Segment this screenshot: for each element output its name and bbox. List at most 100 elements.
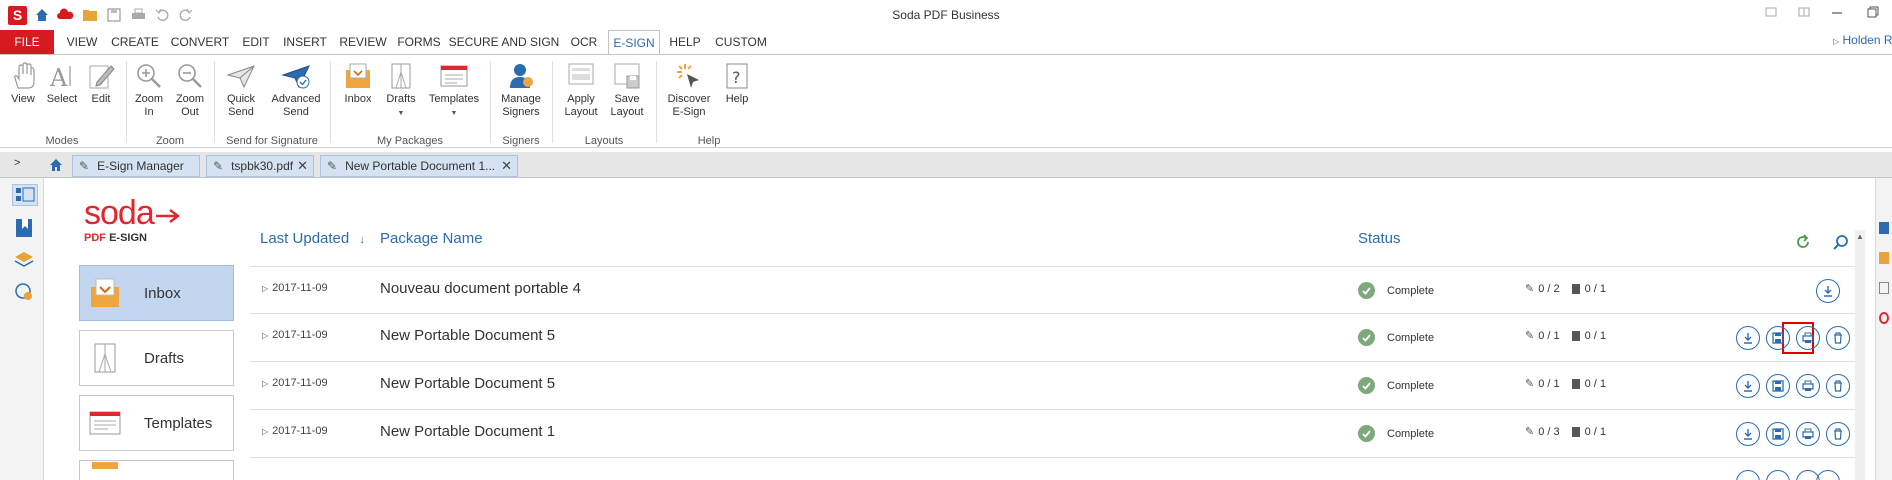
action-button[interactable] [1736,470,1760,480]
minimize-icon[interactable] [1830,5,1846,21]
vertical-scrollbar[interactable] [1855,230,1865,480]
delete-button[interactable] [1826,374,1850,398]
expand-row-icon[interactable]: ▷ [262,379,268,388]
edit-mode-button[interactable]: Edit [84,61,118,106]
save-button[interactable] [1766,422,1790,446]
row-documents: 0 / 1 [1584,282,1607,295]
table-row[interactable]: ▷ 2017-11-09 New Portable Document 5 Comp… [250,314,1855,362]
print-button[interactable] [1796,326,1820,350]
delete-button[interactable] [1826,422,1850,446]
menu-create[interactable]: CREATE [108,30,162,54]
help-question-icon: ? [722,61,752,91]
collapse-panel-icon[interactable]: > [14,157,20,169]
action-button[interactable] [1796,470,1820,480]
tab-tspbk30[interactable]: ✎ tspbk30.pdf ✕ [206,155,314,177]
menu-custom[interactable]: CUSTOM [710,30,772,54]
search-icon[interactable] [1832,234,1850,257]
properties-icon[interactable] [1879,222,1889,234]
menu-forms[interactable]: FORMS [394,30,444,54]
menu-insert[interactable]: INSERT [278,30,332,54]
menu-help[interactable]: HELP [664,30,706,54]
view-mode-button[interactable]: View [6,61,40,106]
print-button[interactable] [1796,422,1820,446]
fullscreen-icon[interactable] [1764,5,1780,21]
sign-icon[interactable] [1879,252,1889,264]
group-separator [656,61,657,143]
save-button[interactable] [1766,326,1790,350]
discover-cursor-icon [674,61,704,91]
bookmarks-icon[interactable] [14,218,34,243]
header-package-name[interactable]: Package Name [380,230,483,247]
templates-button[interactable]: Templates ▼ [426,61,482,120]
group-separator [214,61,215,143]
table-row[interactable] [250,458,1855,480]
layout-icon[interactable] [1797,5,1813,21]
home-tab-icon[interactable] [48,157,64,178]
table-row[interactable]: ▷ 2017-11-09 New Portable Document 1 Comp… [250,410,1855,458]
download-button[interactable] [1736,326,1760,350]
tab-esign-manager[interactable]: ✎ E-Sign Manager [72,155,200,177]
templates-nav-label: Templates [144,414,213,432]
download-button[interactable] [1736,374,1760,398]
save-icon [1772,428,1784,440]
target-icon[interactable] [1879,312,1889,324]
quick-send-button[interactable]: Quick Send [220,61,262,119]
menu-edit[interactable]: EDIT [238,30,274,54]
templates-nav-button[interactable]: Templates [79,395,234,451]
close-tab-icon[interactable]: ✕ [297,158,308,174]
menu-view[interactable]: VIEW [60,30,104,54]
menu-secure-and-sign[interactable]: SECURE AND SIGN [448,30,560,54]
action-button[interactable] [1766,470,1790,480]
expand-row-icon[interactable]: ▷ [262,427,268,436]
manage-signers-button[interactable]: Manage Signers [496,61,546,119]
zoom-out-button[interactable]: Zoom Out [171,61,209,119]
table-row[interactable]: ▷ 2017-11-09 New Portable Document 5 Comp… [250,362,1855,410]
zoom-in-button[interactable]: Zoom In [130,61,168,119]
help-button[interactable]: ? Help [720,61,754,106]
print-icon [1802,380,1814,391]
refresh-icon[interactable] [1794,233,1812,256]
table-row[interactable]: ▷ 2017-11-09 Nouveau document portable 4 … [250,266,1855,314]
download-button[interactable] [1816,279,1840,303]
link-icon[interactable] [1879,282,1889,294]
apply-layout-button[interactable]: Apply Layout [560,61,602,119]
row-signatures: 0 / 1 [1538,329,1560,342]
menu-e-sign[interactable]: E-SIGN [608,30,660,55]
delete-button[interactable] [1826,326,1850,350]
user-account-link[interactable]: ▷ Holden R [1833,33,1892,47]
restore-icon[interactable] [1866,5,1882,21]
expand-row-icon[interactable]: ▷ [262,331,268,340]
select-label: Select [46,93,78,105]
discover-esign-button[interactable]: Discover E-Sign [664,61,714,119]
layers-icon[interactable] [14,250,34,275]
header-status[interactable]: Status [1358,230,1401,247]
save-layout-button[interactable]: Save Layout [606,61,648,119]
close-tab-icon[interactable]: ✕ [501,158,512,174]
print-button[interactable] [1796,374,1820,398]
advanced-send-button[interactable]: Advanced Send [268,61,324,119]
complete-check-icon [1358,329,1375,346]
attachments-icon[interactable] [14,282,34,307]
menu-bar: FILE VIEW CREATE CONVERT EDIT INSERT REV… [0,30,1892,55]
sort-down-arrow-icon: ↓ [359,234,365,246]
expand-row-icon[interactable]: ▷ [262,284,268,293]
download-button[interactable] [1736,422,1760,446]
menu-review[interactable]: REVIEW [336,30,390,54]
save-button[interactable] [1766,374,1790,398]
scroll-up-arrow-icon[interactable]: ▲ [1856,232,1864,241]
inbox-button[interactable]: Inbox [340,61,376,106]
inbox-nav-button[interactable]: Inbox [79,265,234,321]
drafts-nav-button[interactable]: Drafts [79,330,234,386]
menu-file[interactable]: FILE [0,30,54,54]
drafts-button[interactable]: Drafts ▼ [380,61,422,120]
group-layouts-label: Layouts [584,135,624,147]
trash-icon [1834,380,1842,392]
select-mode-button[interactable]: A Select [45,61,79,106]
group-packages-label: My Packages [376,135,444,147]
header-last-updated[interactable]: Last Updated ↓ [260,230,365,247]
thumbnails-icon[interactable] [12,184,38,206]
tab-new-portable-document[interactable]: ✎ New Portable Document 1... ✕ [320,155,518,177]
menu-ocr[interactable]: OCR [564,30,604,54]
menu-convert[interactable]: CONVERT [166,30,234,54]
more-nav-button[interactable] [79,460,234,480]
